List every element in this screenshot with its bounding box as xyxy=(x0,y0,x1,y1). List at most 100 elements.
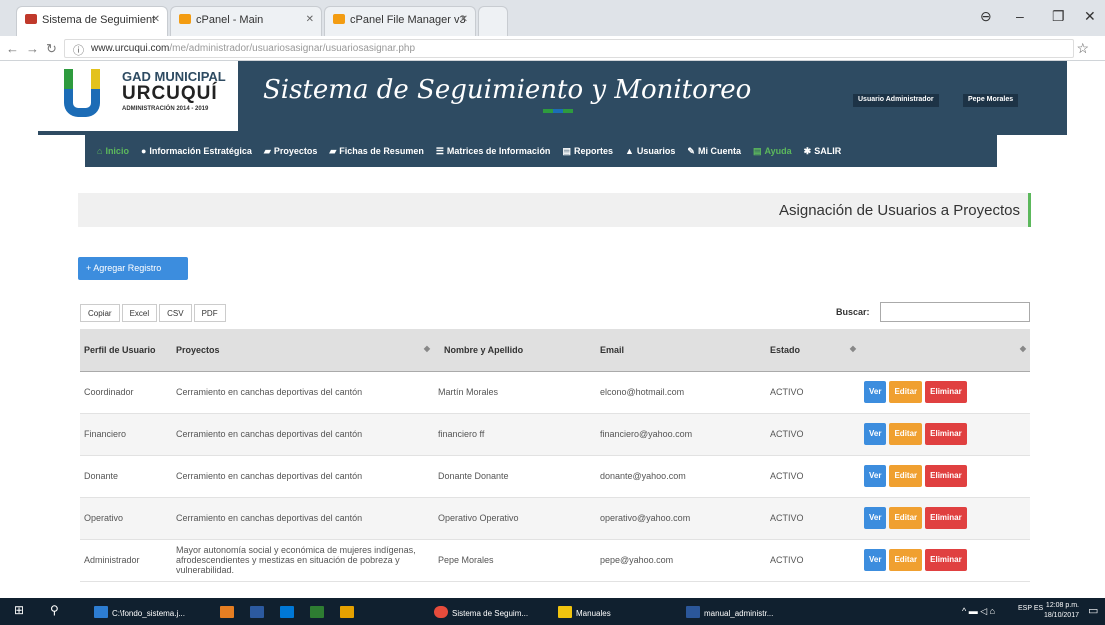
browser-tab-file-manager[interactable]: cPanel File Manager v3 ✕ xyxy=(324,6,476,36)
nav-item-inicio[interactable]: ⌂ Inicio xyxy=(97,146,129,156)
profile-icon[interactable]: ⊖ xyxy=(980,8,992,25)
column-header-acciones[interactable]: ◆ xyxy=(860,329,1030,372)
column-header-nombre[interactable]: Nombre y Apellido xyxy=(434,329,596,372)
column-header-perfil[interactable]: Perfil de Usuario xyxy=(80,329,172,372)
logo[interactable]: GAD MUNICIPAL URCUQUÍ ADMINISTRACIÓN 201… xyxy=(38,61,238,131)
taskbar-item-app[interactable] xyxy=(340,602,358,621)
taskbar-item-browser[interactable]: Sistema de Seguim... xyxy=(434,602,528,621)
cell-nombre: Martín Morales xyxy=(434,371,596,414)
column-header-estado[interactable]: Estado ◆ xyxy=(766,329,860,372)
url-host: www.urcuqui.com xyxy=(91,43,170,54)
copy-button[interactable]: Copiar xyxy=(80,304,120,322)
cell-actions: Ver Editar Eliminar xyxy=(860,497,1030,540)
delete-button[interactable]: Eliminar xyxy=(925,381,967,403)
user-icon: ▲ xyxy=(624,146,634,156)
edit-button[interactable]: Editar xyxy=(889,549,923,571)
minimize-icon[interactable]: – xyxy=(1016,8,1024,24)
delete-button[interactable]: Eliminar xyxy=(925,549,967,571)
delete-button[interactable]: Eliminar xyxy=(925,507,967,529)
cell-estado: ACTIVO xyxy=(766,413,860,456)
back-arrow-icon[interactable]: ← xyxy=(6,41,19,56)
clock[interactable]: 12:08 p.m. 18/10/2017 xyxy=(1044,601,1079,621)
nav-item-ayuda[interactable]: ▤ Ayuda xyxy=(753,146,792,157)
logo-line-3: ADMINISTRACIÓN 2014 - 2019 xyxy=(122,106,209,112)
user-role-badge: Usuario Administrador xyxy=(853,94,939,107)
taskbar-item-word[interactable]: manual_administr... xyxy=(686,602,773,621)
column-header-email[interactable]: Email xyxy=(596,329,766,372)
cell-nombre: financiero ff xyxy=(434,413,596,456)
search-icon[interactable]: ⚲ xyxy=(50,602,59,621)
info-icon[interactable]: ⓘ xyxy=(73,42,84,58)
cpanel-favicon-icon xyxy=(179,14,191,24)
taskbar-label: Sistema de Seguim... xyxy=(452,609,529,618)
cell-perfil: Donante xyxy=(80,455,172,498)
url-field[interactable]: ⓘ www.urcuqui.com/me/administrador/usuari… xyxy=(64,39,1074,58)
cell-actions: Ver Editar Eliminar xyxy=(860,455,1030,498)
browser-tab-cpanel-main[interactable]: cPanel - Main ✕ xyxy=(170,6,322,36)
taskbar-item-app[interactable] xyxy=(250,602,268,621)
nav-item-proyectos[interactable]: ▰ Proyectos xyxy=(264,146,317,157)
taskbar-item-app[interactable] xyxy=(280,602,298,621)
home-icon: ⌂ xyxy=(97,146,103,156)
reload-icon[interactable]: ↻ xyxy=(46,41,57,57)
taskbar-item-app[interactable] xyxy=(310,602,328,621)
close-tab-icon[interactable]: ✕ xyxy=(306,14,314,25)
edit-button[interactable]: Editar xyxy=(889,381,923,403)
system-tray-icons[interactable]: ^ ▬ ◁ ⌂ xyxy=(962,602,995,621)
app-icon xyxy=(220,606,234,618)
view-button[interactable]: Ver xyxy=(864,507,887,529)
close-tab-icon[interactable]: ✕ xyxy=(152,14,160,25)
notifications-icon[interactable]: ▭ xyxy=(1088,602,1098,621)
column-label: Email xyxy=(600,344,625,355)
close-tab-icon[interactable]: ✕ xyxy=(460,14,468,25)
edit-button[interactable]: Editar xyxy=(889,423,923,445)
nav-label: Proyectos xyxy=(273,145,318,156)
browser-tab-sistema[interactable]: Sistema de Seguimient ✕ xyxy=(16,6,168,36)
nav-item-usuarios[interactable]: ▲ Usuarios xyxy=(625,146,675,156)
search-input[interactable] xyxy=(880,302,1030,322)
site-title: Sistema de Seguimiento y Monitoreo xyxy=(263,75,752,105)
nav-label: Reportes xyxy=(573,145,613,156)
nav-item-matrices[interactable]: ☰ Matrices de Información xyxy=(436,146,551,157)
nav-item-salir[interactable]: ✱ SALIR xyxy=(804,146,842,157)
taskbar-item-folder[interactable]: Manuales xyxy=(558,602,611,621)
taskbar-item-app[interactable] xyxy=(220,602,238,621)
column-label: Estado xyxy=(770,344,801,355)
csv-button[interactable]: CSV xyxy=(159,304,192,322)
column-header-proyectos[interactable]: Proyectos ◆ xyxy=(172,329,434,372)
delete-button[interactable]: Eliminar xyxy=(925,423,967,445)
gear-icon: ✱ xyxy=(803,145,812,156)
delete-button[interactable]: Eliminar xyxy=(925,465,967,487)
address-bar: ← → ↻ ⓘ www.urcuqui.com/me/administrador/… xyxy=(0,36,1105,61)
user-name-badge[interactable]: Pepe Morales xyxy=(963,94,1019,107)
bookmark-star-icon[interactable]: ☆ xyxy=(1076,40,1089,57)
cell-proyecto: Cerramiento en canchas deportivas del ca… xyxy=(172,497,434,540)
view-button[interactable]: Ver xyxy=(864,381,887,403)
excel-button[interactable]: Excel xyxy=(121,304,158,322)
search-label: Buscar: xyxy=(836,307,870,317)
windows-start-icon[interactable]: ⊞ xyxy=(14,602,24,621)
nav-item-mi-cuenta[interactable]: ✎ Mi Cuenta xyxy=(687,146,741,157)
view-button[interactable]: Ver xyxy=(864,549,887,571)
nav-item-fichas-de-resumen[interactable]: ▰ Fichas de Resumen xyxy=(329,146,423,157)
nav-item-reportes[interactable]: ▤ Reportes xyxy=(562,146,613,157)
page-heading-bar: Asignación de Usuarios a Proyectos xyxy=(78,193,1031,227)
pdf-button[interactable]: PDF xyxy=(193,304,226,322)
view-button[interactable]: Ver xyxy=(864,423,887,445)
close-window-icon[interactable]: ✕ xyxy=(1084,8,1096,25)
language-indicator[interactable]: ESP ES xyxy=(1018,600,1043,619)
forward-arrow-icon[interactable]: → xyxy=(26,41,39,56)
cell-perfil: Coordinador xyxy=(80,371,172,414)
view-button[interactable]: Ver xyxy=(864,465,887,487)
new-tab-button[interactable] xyxy=(478,6,508,36)
edit-button[interactable]: Editar xyxy=(889,507,923,529)
add-record-button[interactable]: + Agregar Registro xyxy=(78,257,188,280)
nav-item-informacion-estrategica[interactable]: ● Información Estratégica xyxy=(141,146,252,156)
maximize-icon[interactable]: ❐ xyxy=(1052,8,1065,25)
nav-label: Información Estratégica xyxy=(149,146,252,156)
cell-nombre: Operativo Operativo xyxy=(434,497,596,540)
site-header: GAD MUNICIPAL URCUQUÍ ADMINISTRACIÓN 201… xyxy=(38,61,1067,135)
edit-button[interactable]: Editar xyxy=(889,465,923,487)
chrome-icon xyxy=(434,606,448,618)
taskbar-item-fondo[interactable]: C:\fondo_sistema.j... xyxy=(94,602,185,621)
